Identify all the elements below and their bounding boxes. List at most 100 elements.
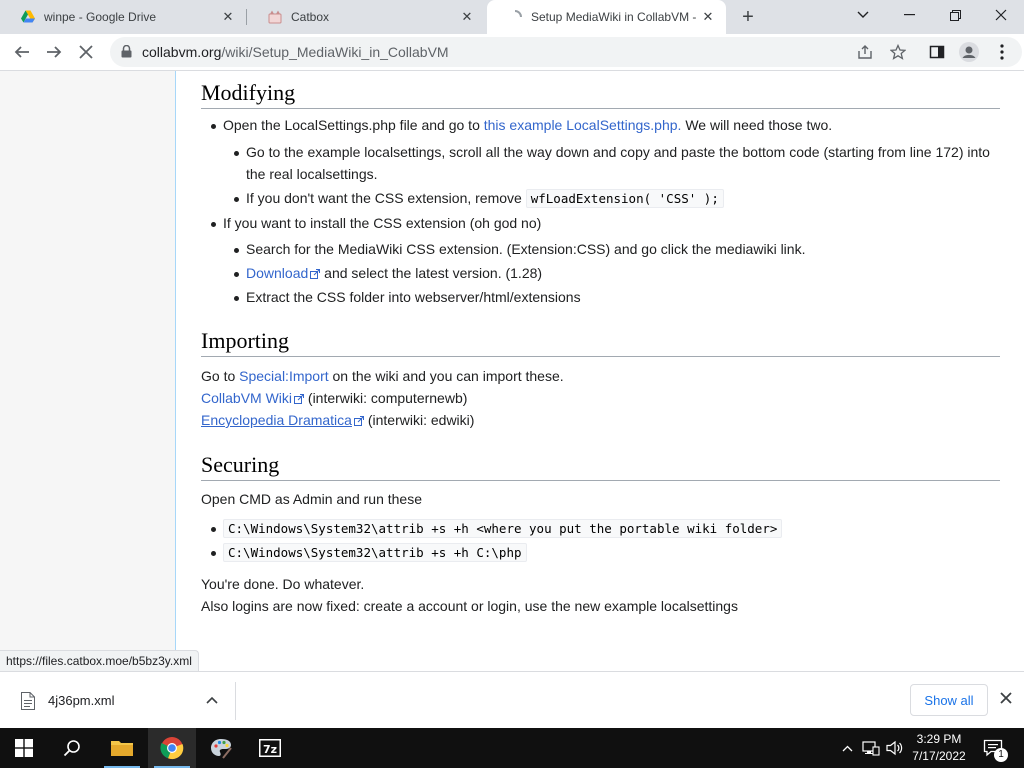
close-window-button[interactable] [978, 0, 1024, 30]
download-filename: 4j36pm.xml [48, 693, 115, 708]
command-snippet: C:\Windows\System32\attrib +s +h C:\php [223, 543, 527, 562]
paragraph: Encyclopedia Dramatica (interwiki: edwik… [201, 410, 474, 430]
command-snippet: C:\Windows\System32\attrib +s +h <where … [223, 519, 783, 538]
bullet [234, 248, 239, 253]
tab-google-drive[interactable]: winpe - Google Drive ✕ [0, 0, 246, 34]
speaker-icon [886, 740, 903, 756]
bullet [234, 197, 239, 202]
google-drive-icon [21, 10, 35, 23]
page-viewport: Modifying Open the LocalSettings.php fil… [0, 71, 1024, 671]
show-all-button[interactable]: Show all [910, 684, 988, 716]
url-text: collabvm.org/wiki/Setup_MediaWiki_in_Col… [142, 44, 449, 60]
address-bar[interactable]: collabvm.org/wiki/Setup_MediaWiki_in_Col… [110, 37, 1022, 67]
search-icon [63, 740, 80, 757]
example-localsettings-link[interactable]: this example LocalSettings.php. [484, 117, 682, 133]
notification-count-badge: 1 [994, 748, 1008, 762]
folder-icon [111, 741, 133, 756]
7zip-button[interactable]: 7z [246, 728, 294, 768]
search-button[interactable] [48, 728, 96, 768]
list-item: Open the LocalSettings.php file and go t… [223, 115, 832, 135]
share-button[interactable] [855, 42, 875, 62]
special-import-link[interactable]: Special:Import [239, 368, 328, 384]
back-button[interactable] [9, 39, 35, 65]
minimize-icon [903, 14, 915, 16]
tab-catbox[interactable]: Catbox ✕ [247, 0, 485, 34]
paragraph: You're done. Do whatever. [201, 576, 365, 592]
restore-button[interactable] [932, 0, 978, 30]
collabvm-wiki-link[interactable]: CollabVM Wiki [201, 390, 305, 406]
7zip-icon: 7z [259, 739, 281, 757]
close-shelf-button[interactable] [996, 690, 1016, 710]
tab-title: Catbox [291, 10, 330, 24]
restore-icon [949, 9, 961, 21]
bullet [211, 124, 216, 129]
list-item: Search for the MediaWiki CSS extension. … [246, 241, 806, 257]
close-tab-icon[interactable]: ✕ [459, 9, 475, 25]
bullet [234, 272, 239, 277]
list-item: If you want to install the CSS extension… [223, 215, 542, 231]
close-icon [995, 9, 1007, 21]
wiki-sidebar [0, 71, 176, 671]
network-button[interactable] [860, 728, 882, 768]
link-text: CollabVM Wiki [201, 390, 293, 406]
encyclopedia-dramatica-link[interactable]: Encyclopedia Dramatica [201, 412, 364, 428]
bookmark-button[interactable] [888, 42, 908, 62]
system-clock[interactable]: 3:29 PM 7/17/2022 [905, 731, 973, 765]
bullet [211, 551, 216, 556]
text: and select the latest version. (1.28) [320, 265, 543, 281]
file-explorer-button[interactable] [98, 728, 146, 768]
text: on the wiki and you can import these. [328, 368, 564, 384]
stop-loading-button[interactable] [73, 39, 99, 65]
external-link-icon [294, 394, 305, 405]
side-panel-icon [929, 45, 945, 59]
tab-strip: winpe - Google Drive ✕ Catbox ✕ Setup Me… [0, 0, 1024, 34]
side-panel-button[interactable] [927, 42, 947, 62]
link-text: Encyclopedia Dramatica [201, 412, 352, 428]
external-link-icon [310, 269, 321, 280]
close-tab-icon[interactable]: ✕ [220, 9, 236, 25]
heading-securing: Securing [201, 452, 1000, 481]
tab-mediawiki-active[interactable]: Setup MediaWiki in CollabVM - C ✕ [487, 0, 726, 34]
code-snippet: wfLoadExtension( 'CSS' ); [525, 189, 724, 208]
network-icon [862, 741, 880, 756]
windows-taskbar: 7z 3:29 PM 7/17/2022 1 [0, 728, 1024, 768]
avatar-icon [959, 42, 979, 62]
download-link[interactable]: Download [246, 265, 321, 281]
new-tab-button[interactable]: + [737, 6, 759, 28]
download-item[interactable] [10, 682, 236, 720]
windows-logo-icon [15, 739, 33, 757]
chevron-up-icon[interactable] [206, 696, 218, 704]
paragraph: Go to Special:Import on the wiki and you… [201, 366, 564, 386]
forward-button[interactable] [41, 39, 67, 65]
share-icon [858, 45, 872, 59]
tab-title: winpe - Google Drive [44, 10, 157, 24]
text: (interwiki: computernewb) [304, 390, 468, 406]
action-center-button[interactable]: 1 [980, 728, 1008, 768]
browser-window: winpe - Google Drive ✕ Catbox ✕ Setup Me… [0, 0, 1024, 768]
volume-button[interactable] [884, 728, 906, 768]
paragraph: CollabVM Wiki (interwiki: computernewb) [201, 388, 467, 408]
list-item: C:\Windows\System32\attrib +s +h C:\php [223, 542, 527, 563]
text: If you don't want the CSS extension, rem… [246, 190, 526, 206]
tab-search-button[interactable] [840, 0, 886, 30]
show-hidden-icons-button[interactable] [838, 728, 856, 768]
browser-toolbar: collabvm.org/wiki/Setup_MediaWiki_in_Col… [0, 34, 1024, 71]
start-button[interactable] [0, 728, 48, 768]
list-item-continuation: the real localsettings. [246, 166, 378, 182]
star-icon [890, 44, 906, 60]
paint-button[interactable] [197, 728, 245, 768]
file-icon [21, 692, 35, 710]
profile-button[interactable] [959, 42, 979, 62]
chrome-taskbar-button[interactable] [148, 728, 196, 768]
stop-icon [79, 45, 93, 59]
bullet [234, 296, 239, 301]
text: Go to [201, 368, 240, 384]
download-shelf: 4j36pm.xml Show all [0, 671, 1024, 728]
close-tab-icon[interactable]: ✕ [700, 9, 716, 25]
arrow-right-icon [47, 46, 62, 58]
list-item: If you don't want the CSS extension, rem… [246, 188, 724, 209]
menu-button[interactable] [992, 42, 1012, 62]
link-status-bubble: https://files.catbox.moe/b5bz3y.xml [0, 650, 199, 671]
minimize-button[interactable] [886, 0, 932, 30]
loading-spinner-icon [514, 10, 522, 18]
